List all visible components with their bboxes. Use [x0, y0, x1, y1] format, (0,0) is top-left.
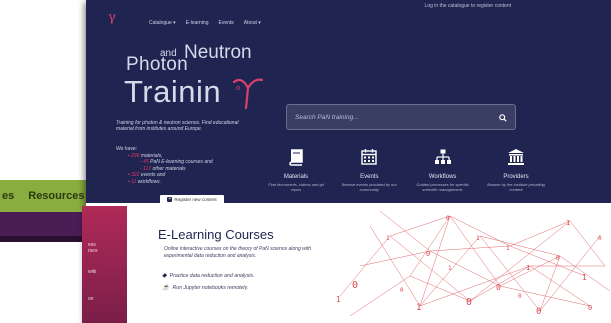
- feature-workflows[interactable]: Workflows Guided processes for specific …: [413, 148, 473, 192]
- brand-gamma-icon: o: [232, 78, 264, 110]
- background-nav-resources[interactable]: Resources: [28, 190, 84, 202]
- svg-text:0: 0: [400, 287, 404, 294]
- bullet-item: ☕ Run Jupyter notebooks remotely.: [162, 284, 249, 292]
- svg-text:0: 0: [466, 297, 472, 308]
- events-count[interactable]: • 322: [128, 172, 139, 178]
- menu-elearning[interactable]: E-learning: [186, 20, 209, 26]
- network-art-image: 1 0 1 1 0 0 0 1 0 1 1 0 0 1 1 0 0 0 1 0: [336, 210, 611, 317]
- book-icon: [289, 149, 303, 166]
- feature-links: Materials Find documents, videos and git…: [266, 148, 546, 192]
- feature-desc: Find documents, videos and git repos: [268, 182, 324, 192]
- search-placeholder: Search PaN training...: [295, 113, 359, 121]
- materials-count[interactable]: • 296: [128, 153, 139, 159]
- bullet-item: ◆ Practice data reduction and analysis.: [162, 272, 255, 280]
- feature-title: Events: [360, 174, 379, 180]
- svg-text:o: o: [236, 84, 240, 92]
- svg-text:1: 1: [336, 295, 341, 304]
- plus-icon: +: [167, 196, 173, 202]
- svg-text:1: 1: [476, 235, 480, 242]
- svg-text:1: 1: [506, 245, 510, 252]
- svg-text:1: 1: [386, 235, 390, 242]
- feature-desc: Browse by the institute providing conten…: [487, 182, 545, 192]
- institution-icon: [507, 149, 524, 165]
- hero-section: and Neutron Photon Trainin o Training fo…: [86, 28, 611, 204]
- pan-training-window: Log in the catalogue to register content…: [82, 0, 611, 323]
- feature-title: Materials: [283, 174, 309, 180]
- content-summary: We have: • 296 materials, ◦ 45 PaN E-lea…: [116, 146, 213, 185]
- svg-text:0: 0: [446, 215, 450, 222]
- svg-text:0: 0: [518, 293, 522, 300]
- brand-photon: Photon: [126, 54, 189, 75]
- svg-text:0: 0: [598, 235, 602, 242]
- elearning-title[interactable]: E-Learning Courses: [158, 227, 274, 242]
- svg-text:0: 0: [352, 280, 358, 291]
- svg-text:0: 0: [496, 283, 501, 292]
- brand-neutron: Neutron: [184, 42, 252, 63]
- elearning-panel: E-Learning Courses Online interactive co…: [130, 206, 611, 323]
- tagline: Training for photon & neutron science. F…: [116, 120, 239, 132]
- other-label: other materials: [151, 165, 186, 172]
- elearning-section: ess rses wiki on E-Learning Courses Onli…: [82, 203, 611, 323]
- workflows-label: workflows.: [136, 178, 162, 185]
- svg-text:1: 1: [566, 219, 570, 227]
- top-navigation: Log in the catalogue to register content…: [86, 0, 611, 28]
- sitemap-icon: [434, 149, 451, 164]
- search-input[interactable]: Search PaN training...: [286, 104, 516, 130]
- site-logo-icon[interactable]: γ: [108, 10, 116, 25]
- menu-events[interactable]: Events: [219, 20, 234, 26]
- svg-text:1: 1: [526, 264, 530, 272]
- feature-title: Workflows: [428, 174, 457, 180]
- svg-text:0: 0: [556, 255, 560, 262]
- diamond-icon: ◆: [162, 273, 167, 279]
- search-button[interactable]: [496, 111, 510, 125]
- materials-label: materials,: [139, 152, 163, 159]
- elearning-label: PaN E-learning courses and: [148, 159, 213, 165]
- feature-desc: Guided processes for specific scientific…: [416, 182, 469, 192]
- feature-desc: Browse events provided by our community: [341, 182, 397, 192]
- side-menu-strip: ess rses wiki on: [82, 206, 127, 323]
- side-menu-item[interactable]: on: [88, 296, 94, 302]
- login-link[interactable]: Log in the catalogue to register content: [425, 3, 511, 9]
- elearning-description: Online interactive courses on the theory…: [164, 246, 312, 259]
- feature-materials[interactable]: Materials Find documents, videos and git…: [266, 148, 326, 192]
- search-icon: [499, 114, 507, 122]
- events-label: events and: [139, 172, 166, 178]
- main-menu: Catalogue ▾ E-learning Events About ▾: [149, 20, 261, 26]
- svg-text:1: 1: [448, 265, 452, 272]
- desktop: es Resources Log in the catalogue to reg…: [0, 0, 611, 323]
- brand-training: Trainin: [124, 74, 222, 109]
- feature-events[interactable]: Events Browse events provided by our com…: [339, 148, 399, 192]
- svg-text:0: 0: [536, 307, 541, 317]
- side-menu-item[interactable]: wiki: [88, 269, 96, 275]
- svg-text:0: 0: [426, 250, 430, 258]
- svg-text:0: 0: [588, 304, 592, 312]
- calendar-icon: [361, 149, 378, 165]
- coffee-icon: ☕: [162, 285, 170, 291]
- menu-about[interactable]: About ▾: [244, 20, 261, 26]
- other-count[interactable]: ◦ 117: [140, 166, 151, 172]
- side-menu-item[interactable]: rses: [88, 248, 97, 254]
- svg-text:1: 1: [416, 303, 421, 313]
- feature-providers[interactable]: Providers Browse by the institute provid…: [486, 148, 546, 192]
- feature-title: Providers: [503, 174, 529, 180]
- bullet-text: Practice data reduction and analysis.: [169, 272, 255, 279]
- svg-text:1: 1: [582, 273, 587, 282]
- bullet-text: Run Jupyter notebooks remotely.: [172, 284, 249, 291]
- background-nav-item[interactable]: es: [2, 190, 14, 202]
- register-label: Register new content: [174, 197, 217, 202]
- elearning-count[interactable]: ◦ 45: [140, 159, 149, 165]
- menu-catalogue[interactable]: Catalogue ▾: [149, 20, 176, 26]
